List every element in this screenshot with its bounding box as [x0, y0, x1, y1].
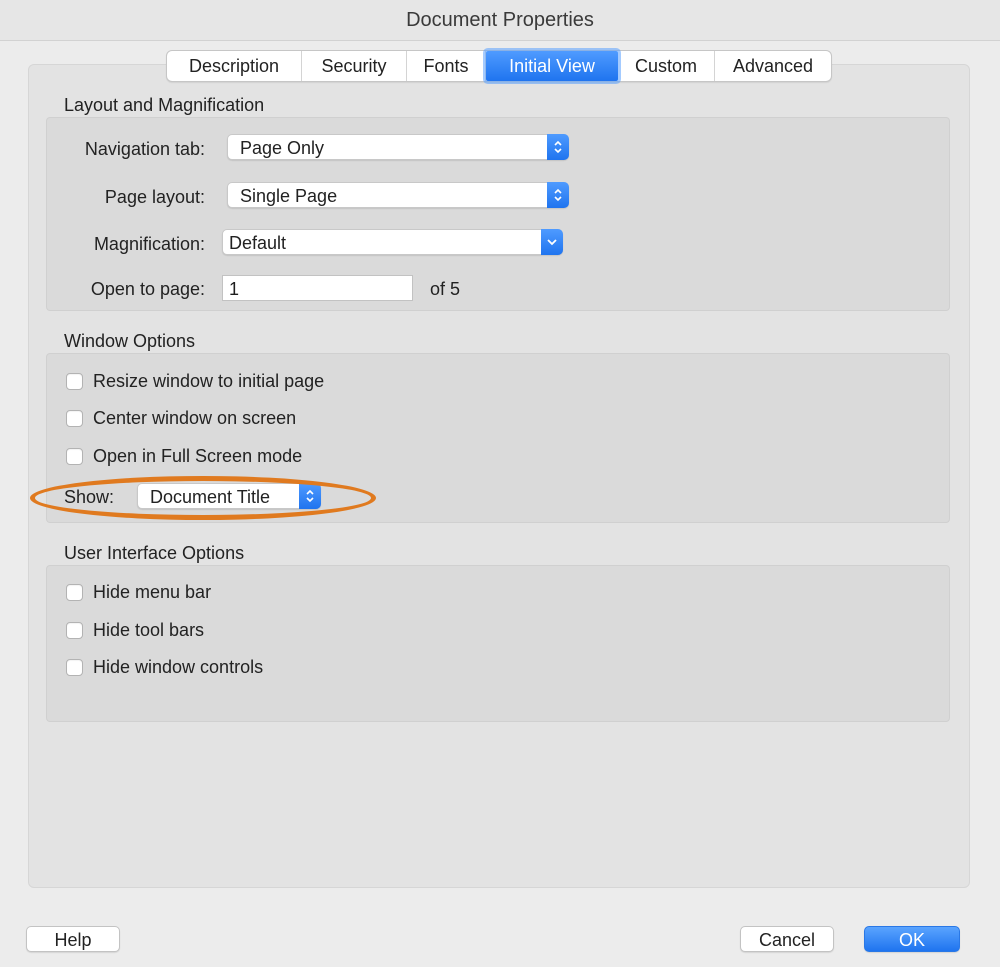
tab-fonts[interactable]: Fonts	[407, 51, 486, 81]
tab-security[interactable]: Security	[302, 51, 407, 81]
help-button[interactable]: Help	[26, 926, 120, 952]
full-screen-label: Open in Full Screen mode	[93, 446, 303, 466]
page-layout-label: Page layout:	[104, 187, 205, 207]
magnification-label: Magnification:	[93, 234, 205, 254]
page-count-text: of 5	[430, 279, 461, 299]
show-popup[interactable]: Document Title	[137, 483, 321, 509]
hide-window-controls-option[interactable]: Hide window controls	[66, 657, 263, 678]
section-title-ui-options: User Interface Options	[64, 543, 245, 563]
magnification-combo[interactable]: Default	[222, 229, 563, 255]
hide-menu-bar-checkbox[interactable]	[66, 584, 83, 601]
up-down-chevron-icon	[299, 483, 321, 509]
navigation-tab-popup[interactable]: Page Only	[227, 134, 569, 160]
center-window-label: Center window on screen	[93, 408, 297, 428]
tab-bar: Description Security Fonts Initial View …	[166, 50, 832, 82]
resize-window-option[interactable]: Resize window to initial page	[66, 371, 324, 392]
section-title-layout: Layout and Magnification	[64, 95, 265, 115]
resize-window-checkbox[interactable]	[66, 373, 83, 390]
up-down-chevron-icon	[547, 182, 569, 208]
hide-window-controls-label: Hide window controls	[93, 657, 264, 677]
center-window-option[interactable]: Center window on screen	[66, 408, 296, 429]
page-layout-popup[interactable]: Single Page	[227, 182, 569, 208]
full-screen-option[interactable]: Open in Full Screen mode	[66, 446, 302, 467]
center-window-checkbox[interactable]	[66, 410, 83, 427]
ok-button[interactable]: OK	[864, 926, 960, 952]
tab-custom[interactable]: Custom	[618, 51, 715, 81]
hide-window-controls-checkbox[interactable]	[66, 659, 83, 676]
hide-tool-bars-checkbox[interactable]	[66, 622, 83, 639]
cancel-button[interactable]: Cancel	[740, 926, 834, 952]
hide-tool-bars-label: Hide tool bars	[93, 620, 205, 640]
magnification-value: Default	[229, 233, 287, 253]
full-screen-checkbox[interactable]	[66, 448, 83, 465]
show-label: Show:	[64, 487, 115, 507]
tab-advanced[interactable]: Advanced	[715, 51, 831, 81]
navigation-tab-value: Page Only	[240, 138, 325, 158]
navigation-tab-label: Navigation tab:	[84, 139, 205, 159]
open-to-page-label: Open to page:	[90, 279, 205, 299]
open-to-page-input[interactable]: 1	[222, 275, 413, 301]
window-title: Document Properties	[0, 0, 1000, 41]
up-down-chevron-icon	[547, 134, 569, 160]
hide-tool-bars-option[interactable]: Hide tool bars	[66, 620, 204, 641]
tab-description[interactable]: Description	[167, 51, 302, 81]
show-value: Document Title	[150, 487, 271, 507]
hide-menu-bar-label: Hide menu bar	[93, 582, 212, 602]
resize-window-label: Resize window to initial page	[93, 371, 325, 391]
page-layout-value: Single Page	[240, 186, 338, 206]
chevron-down-icon[interactable]	[541, 229, 563, 255]
hide-menu-bar-option[interactable]: Hide menu bar	[66, 582, 211, 603]
section-title-window-options: Window Options	[64, 331, 196, 351]
tab-initial-view[interactable]: Initial View	[486, 51, 618, 81]
